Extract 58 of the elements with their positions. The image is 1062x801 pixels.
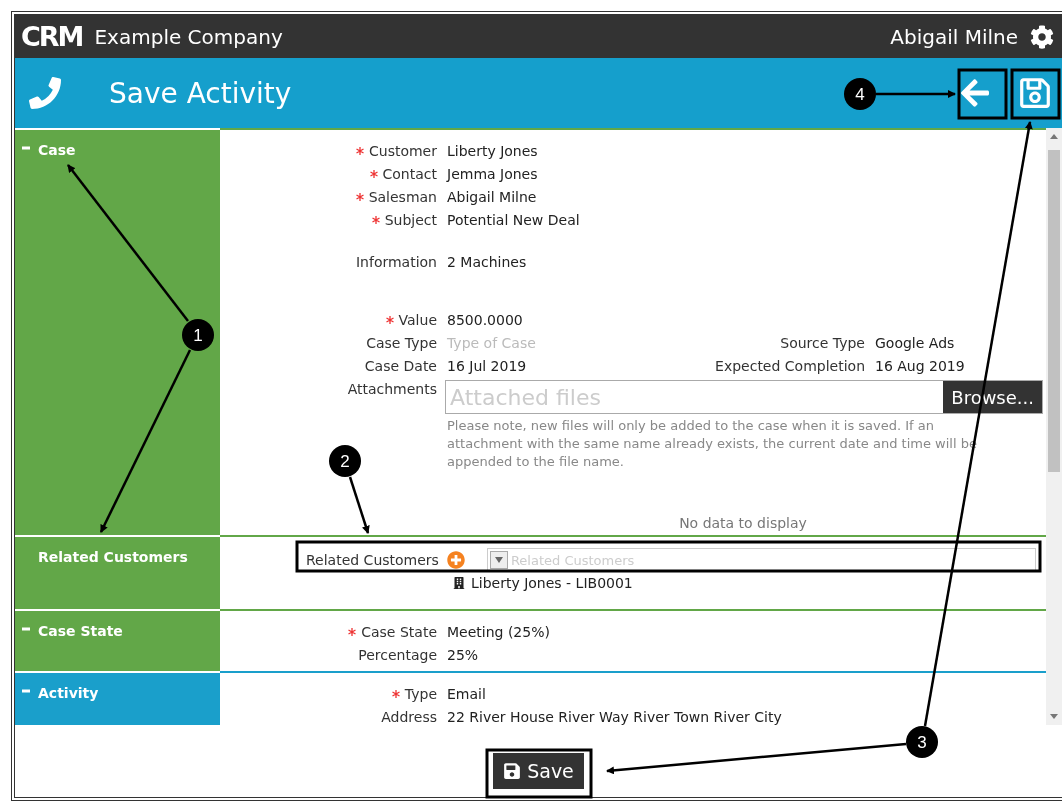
field-label: Case Date <box>363 356 438 376</box>
field-label: Source Type <box>779 333 866 353</box>
field-value: 8500.0000 <box>447 310 524 330</box>
field-label: Customer <box>220 139 447 162</box>
section-header[interactable]: Case State <box>15 609 220 671</box>
field-value: 25% <box>447 645 480 665</box>
field-value: 2 Machines <box>447 252 528 272</box>
back-arrow-icon <box>959 77 991 109</box>
add-icon[interactable] <box>446 551 465 569</box>
building-icon <box>453 577 465 589</box>
field-value: Google Ads <box>875 333 956 353</box>
field-label: Case Type <box>365 333 438 353</box>
field-value: 16 Jul 2019 <box>447 356 528 376</box>
field-label: Expected Completion <box>714 356 866 376</box>
field-label: Attachments <box>346 379 438 399</box>
save-button[interactable]: Save <box>493 753 584 789</box>
callout-marker: 2 <box>329 445 361 477</box>
callout-marker: 1 <box>182 319 214 351</box>
field-value: 16 Aug 2019 <box>875 356 966 376</box>
field-label: Case State <box>220 620 447 643</box>
field-label: Information <box>354 252 438 272</box>
field-value: Liberty Jones <box>447 141 539 161</box>
page-title: Save Activity <box>109 76 292 110</box>
field-label: Percentage <box>357 645 438 665</box>
logo: CRM <box>21 21 83 52</box>
scroll-down-icon[interactable] <box>1050 714 1058 719</box>
callout-marker: 3 <box>906 726 938 758</box>
field-value: 22 River House River Way River Town River City <box>447 707 783 725</box>
browse-button[interactable]: Browse... <box>943 381 1042 413</box>
highlight-frame <box>1010 68 1061 120</box>
user-name[interactable]: Abigail Milne <box>890 24 1018 49</box>
field-label: Contact <box>220 162 447 185</box>
empty-message: No data to display <box>678 515 808 531</box>
collapse-icon[interactable] <box>22 687 30 695</box>
field-label: Address <box>380 707 438 725</box>
field-label: Related Customers <box>306 552 439 568</box>
field-value: Potential New Deal <box>447 210 581 230</box>
text-input[interactable]: Type of Case <box>447 331 687 354</box>
highlight-frame <box>957 68 1008 120</box>
field-value: Jemma Jones <box>447 164 539 184</box>
section-header[interactable]: Activity <box>15 671 220 725</box>
company-name: Example Company <box>94 24 284 49</box>
caret-icon <box>494 557 503 563</box>
field-label: Value <box>220 308 447 331</box>
scroll-up-icon[interactable] <box>1050 134 1058 139</box>
field-label: Subject <box>220 208 447 231</box>
field-label: Type <box>220 682 447 705</box>
field-value: Meeting (25%) <box>447 622 551 642</box>
field-value: Abigail Milne <box>447 187 538 207</box>
field-value: Email <box>447 684 487 704</box>
related-customer-link[interactable]: Liberty Jones - LIB0001 <box>220 572 1046 594</box>
settings-icon[interactable] <box>1030 24 1054 49</box>
collapse-icon[interactable] <box>22 144 30 152</box>
callout-marker: 4 <box>844 78 876 110</box>
section-header[interactable]: Related Customers <box>15 535 220 609</box>
field-label: Salesman <box>220 185 447 208</box>
phone-icon <box>29 77 61 109</box>
collapse-icon[interactable] <box>22 625 30 633</box>
